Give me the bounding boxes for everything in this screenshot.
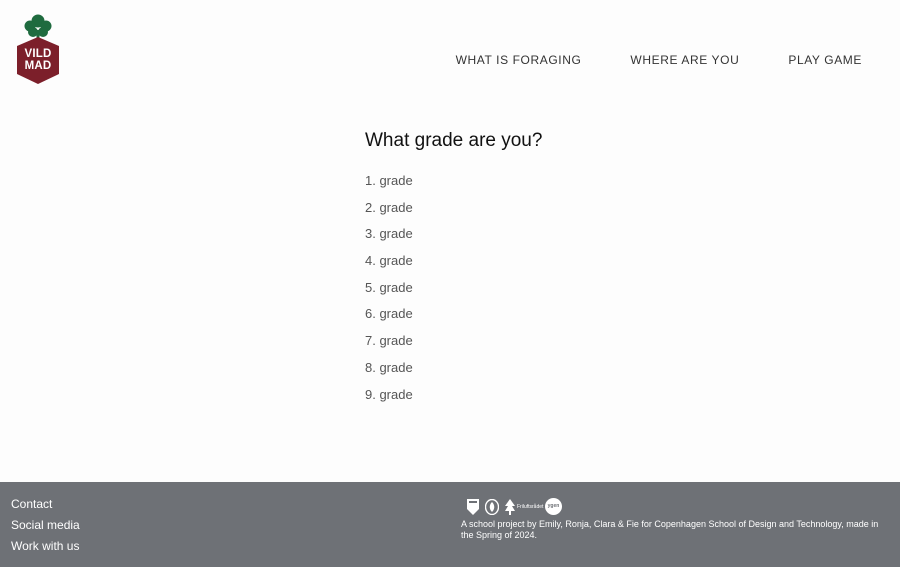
grade-option-6[interactable]: 6. grade bbox=[365, 301, 765, 328]
grade-list: 1. grade 2. grade 3. grade 4. grade 5. g… bbox=[365, 168, 765, 408]
project-credit: A school project by Emily, Ronja, Clara … bbox=[461, 519, 879, 540]
logo-line-1: VILD bbox=[24, 48, 52, 60]
nav-where-are-you[interactable]: WHERE ARE YOU bbox=[630, 53, 739, 67]
footer-links: Contact Social media Work with us bbox=[11, 496, 80, 554]
grade-option-3[interactable]: 3. grade bbox=[365, 221, 765, 248]
ygen-label: ygen bbox=[547, 503, 560, 509]
friluftsraadet-label: Friluftsrådet bbox=[517, 503, 544, 510]
footer-link-social-media[interactable]: Social media bbox=[11, 517, 80, 533]
site-footer: Contact Social media Work with us Friluf… bbox=[0, 482, 900, 567]
grade-option-4[interactable]: 4. grade bbox=[365, 248, 765, 275]
main-nav: WHAT IS FORAGING WHERE ARE YOU PLAY GAME bbox=[456, 53, 862, 67]
logo-wordmark: VILD MAD bbox=[15, 48, 61, 72]
ygen-logo: ygen bbox=[545, 498, 562, 515]
grade-option-8[interactable]: 8. grade bbox=[365, 355, 765, 382]
grade-option-5[interactable]: 5. grade bbox=[365, 275, 765, 302]
footer-link-work-with-us[interactable]: Work with us bbox=[11, 538, 80, 554]
friluftsraadet-logo-icon bbox=[505, 498, 515, 515]
footer-link-contact[interactable]: Contact bbox=[11, 496, 80, 512]
site-header: VILD MAD WHAT IS FORAGING WHERE ARE YOU … bbox=[0, 0, 900, 110]
page-title: What grade are you? bbox=[365, 130, 543, 151]
grade-option-2[interactable]: 2. grade bbox=[365, 195, 765, 222]
logo-line-2: MAD bbox=[24, 60, 52, 72]
shield-logo-icon bbox=[467, 498, 479, 515]
partner-logos: Friluftsrådet ygen bbox=[467, 498, 562, 515]
grade-option-1[interactable]: 1. grade bbox=[365, 168, 765, 195]
vild-mad-logo[interactable]: VILD MAD bbox=[15, 12, 61, 86]
grade-selection: What grade are you? 1. grade 2. grade 3.… bbox=[365, 128, 765, 408]
leaf-badge-logo-icon bbox=[485, 498, 499, 515]
nav-play-game[interactable]: PLAY GAME bbox=[788, 53, 862, 67]
grade-option-7[interactable]: 7. grade bbox=[365, 328, 765, 355]
friluftsraadet-logo: Friluftsrådet bbox=[505, 498, 544, 515]
grade-option-9[interactable]: 9. grade bbox=[365, 382, 765, 409]
nav-what-is-foraging[interactable]: WHAT IS FORAGING bbox=[456, 53, 582, 67]
